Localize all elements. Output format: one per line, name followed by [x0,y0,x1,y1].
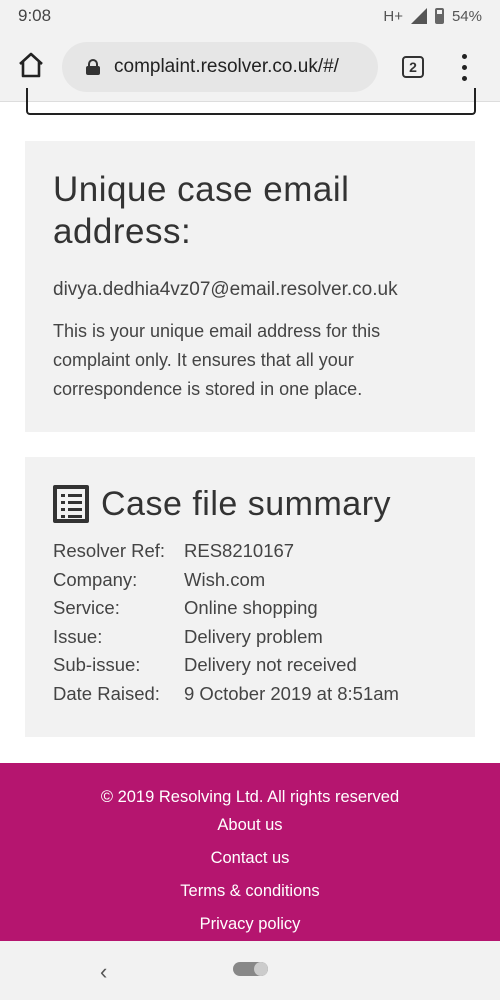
home-gesture-pill[interactable] [233,962,268,976]
copyright-text: © 2019 Resolving Ltd. All rights reserve… [100,788,400,806]
menu-icon[interactable] [454,54,474,82]
signal-icon [410,8,427,24]
url-text: complaint.resolver.co.uk/#/ [114,56,339,77]
summary-label: Date Raised: [53,682,160,704]
case-file-icon [53,485,89,523]
summary-header: Case file summary [53,483,447,525]
case-summary-card: Case file summary Resolver Ref: RES82101… [25,457,475,737]
summary-row-company: Company: Wish.com [53,566,447,595]
network-type: H+ [383,7,403,25]
summary-value: Online shopping [184,597,318,619]
summary-value: Wish.com [184,568,266,590]
summary-label: Service: [53,597,120,619]
previous-section-box [26,88,476,115]
email-description: This is your unique email address for th… [53,321,381,399]
email-card-heading: Unique case email address: [53,170,350,251]
about-us-link[interactable]: About us [0,816,500,835]
battery-level: 54% [451,7,482,25]
battery-icon [434,8,444,24]
status-time: 9:08 [18,6,52,25]
summary-row-issue: Issue: Delivery problem [53,623,447,652]
summary-value: 9 October 2019 at 8:51am [184,682,399,704]
summary-value: Delivery problem [184,625,323,647]
site-footer: © 2019 Resolving Ltd. All rights reserve… [0,763,500,941]
summary-value: RES8210167 [184,540,295,561]
summary-row-date: Date Raised: 9 October 2019 at 8:51am [53,680,447,709]
case-email-address[interactable]: divya.dedhia4vz07@email.resolver.co.uk [53,279,447,301]
summary-table: Resolver Ref: RES8210167 Company: Wish.c… [53,537,447,709]
summary-label: Issue: [53,625,103,647]
summary-row-ref: Resolver Ref: RES8210167 [53,537,447,566]
summary-value: Delivery not received [184,654,357,676]
navigation-bar: ‹ [0,941,500,1000]
summary-row-subissue: Sub-issue: Delivery not received [53,651,447,680]
address-bar[interactable]: complaint.resolver.co.uk/#/ [62,42,378,92]
contact-us-link[interactable]: Contact us [0,849,500,868]
home-icon[interactable] [16,50,46,80]
summary-row-service: Service: Online shopping [53,594,447,623]
unique-email-card: Unique case email address: divya.dedhia4… [25,141,475,432]
lock-icon [86,59,100,75]
summary-title: Case file summary [101,485,392,523]
terms-link[interactable]: Terms & conditions [0,882,500,901]
tab-switcher-button[interactable]: 2 [402,56,424,78]
summary-label: Resolver Ref: [53,540,166,561]
back-icon[interactable]: ‹ [100,959,107,985]
status-bar: 9:08 H+ 54% [0,0,500,32]
summary-label: Sub-issue: [53,654,141,676]
status-indicators: H+ 54% [383,8,482,25]
summary-label: Company: [53,568,138,590]
privacy-policy-link[interactable]: Privacy policy [0,915,500,934]
